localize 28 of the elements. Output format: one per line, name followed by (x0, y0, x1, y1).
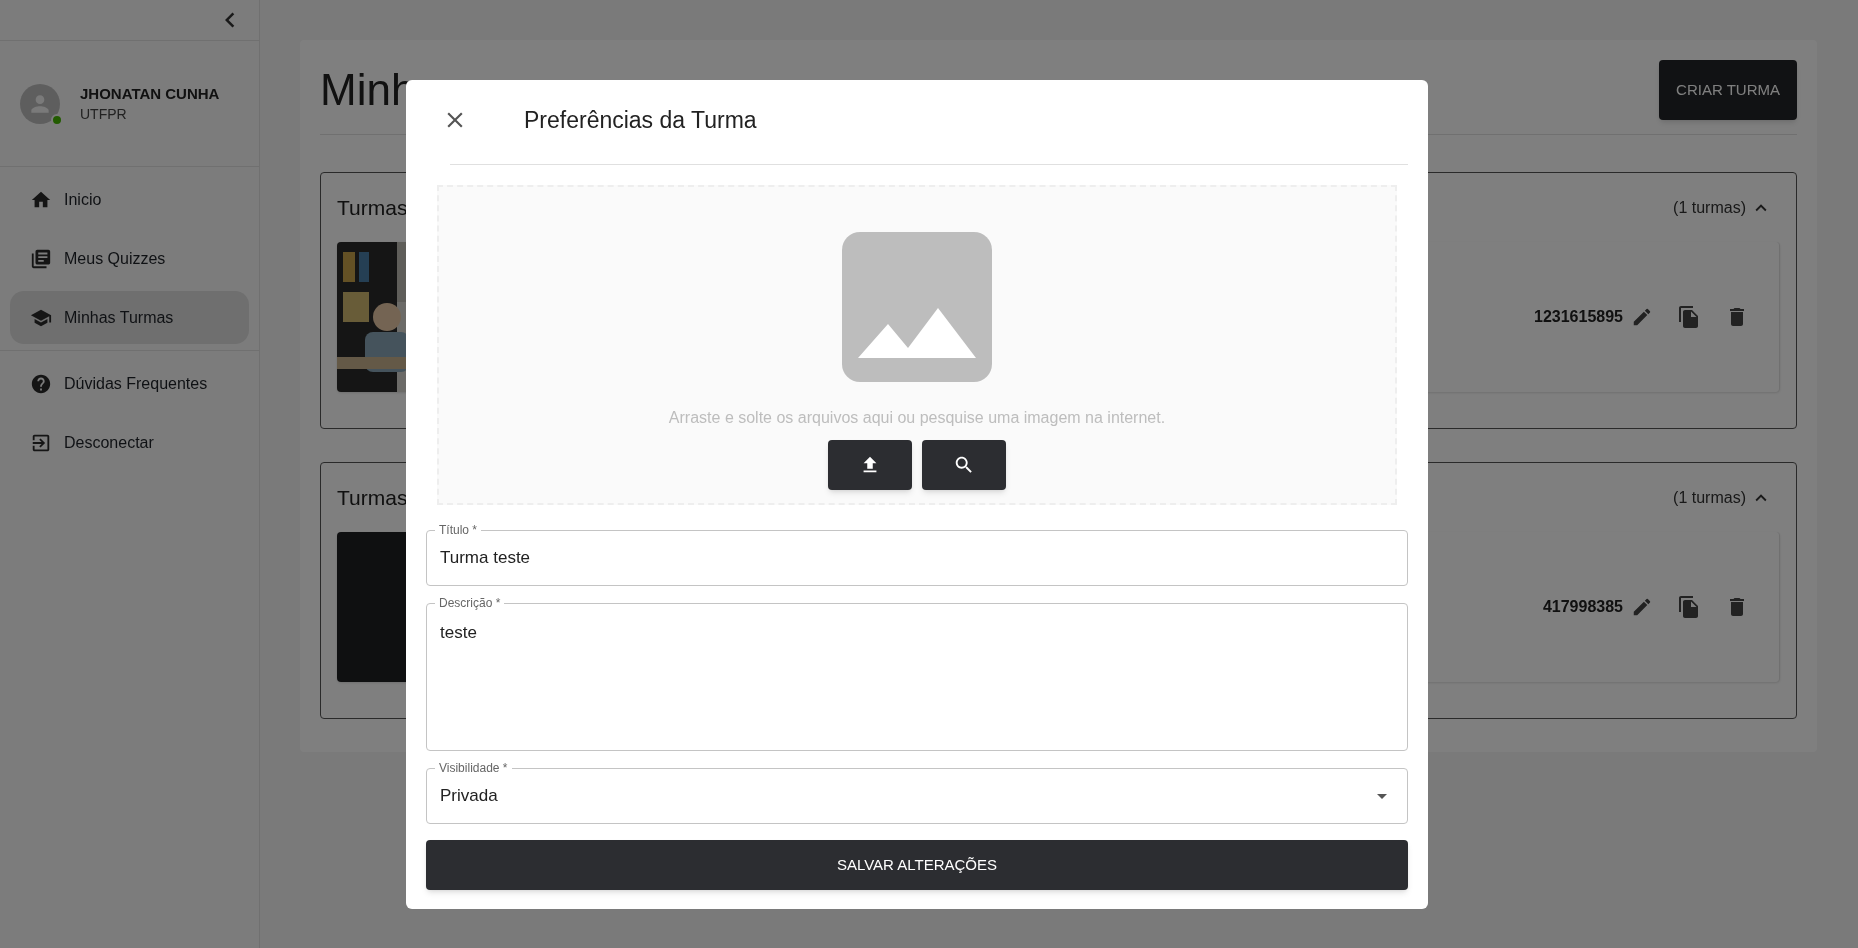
books-icon (30, 247, 52, 270)
create-class-button[interactable]: CRIAR TURMA (1659, 60, 1797, 120)
copy-icon[interactable] (1677, 305, 1701, 329)
search-button[interactable] (922, 440, 1006, 490)
class-count: (1 turmas) (1673, 488, 1746, 508)
dropdown-caret-icon (1377, 793, 1387, 799)
upload-button[interactable] (828, 440, 912, 490)
edit-icon[interactable] (1631, 306, 1653, 328)
user-organization: UTFPR (80, 104, 128, 124)
help-icon (30, 372, 52, 395)
dialog-title: Preferências da Turma (524, 105, 757, 135)
group-heading: Turmas (337, 195, 408, 222)
search-icon (953, 454, 975, 476)
dropzone-hint: Arraste e solte os arquivos aqui ou pesquise uma imagem na internet. (668, 408, 1166, 428)
class-count: (1 turmas) (1673, 198, 1746, 218)
user-name: JHONATAN CUNHA (80, 83, 220, 104)
nav-item[interactable]: Desconectar (10, 416, 249, 469)
nav-item[interactable]: Minhas Turmas (10, 291, 249, 344)
nav-item[interactable]: Inicio (10, 173, 249, 226)
group-heading: Turmas (337, 485, 408, 512)
save-button[interactable]: SALVAR ALTERAÇÕES (426, 840, 1408, 890)
nav-item[interactable]: Dúvidas Frequentes (10, 357, 249, 410)
class-code: 417998385 (1542, 597, 1623, 617)
nav-item[interactable]: Meus Quizzes (10, 232, 249, 285)
copy-icon[interactable] (1677, 595, 1701, 619)
image-placeholder-icon (842, 232, 992, 382)
edit-icon[interactable] (1631, 596, 1653, 618)
class-code: 1231615895 (1534, 307, 1623, 327)
